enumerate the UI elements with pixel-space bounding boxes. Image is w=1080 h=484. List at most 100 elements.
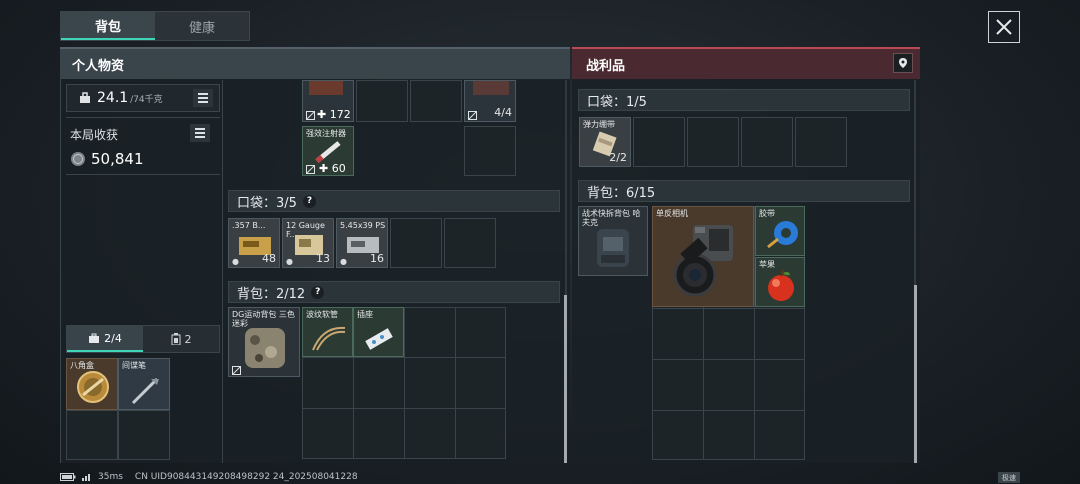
inventory-slot[interactable] <box>464 126 516 176</box>
weight-display: 24.1/74千克 <box>66 84 220 112</box>
income-list-button[interactable] <box>190 124 210 142</box>
loot-header: 战利品 <box>572 47 920 79</box>
pocket-item[interactable]: 12 Gauge F... ● 13 <box>282 218 334 268</box>
income-value: 50,841 <box>91 150 144 168</box>
gear-slot[interactable] <box>118 410 170 460</box>
battery-icon <box>171 333 180 345</box>
pocket-slot[interactable] <box>633 117 685 167</box>
backpack-container-item[interactable]: DG运动背包 三色迷彩 <box>228 307 300 377</box>
backpack-right-header: 背包：6/15 <box>578 180 910 202</box>
right-scrollbar[interactable] <box>914 285 917 463</box>
gear-tab-1-label: 2/4 <box>104 331 122 345</box>
backpack-left-label: 背包：2/12 <box>237 286 306 302</box>
inventory-item[interactable]: ✚ 172 <box>302 80 354 122</box>
gear-item[interactable]: 八角盒 <box>66 358 118 410</box>
close-button[interactable] <box>988 11 1020 43</box>
dot-icon: ● <box>286 257 293 266</box>
pocket-slot[interactable] <box>795 117 847 167</box>
uid-text: CN UID908443149208498292 24_202508041228 <box>134 472 358 482</box>
column-divider <box>222 80 223 463</box>
personal-title: 个人物资 <box>72 58 125 74</box>
personal-header: 个人物资 <box>60 47 570 79</box>
pocket-right-header: 口袋：1/5 <box>578 89 910 111</box>
dot-icon: ● <box>232 257 239 266</box>
inventory-slot[interactable] <box>410 80 462 122</box>
left-scrollbar[interactable] <box>564 295 567 463</box>
pocket-item[interactable]: 5.45x39 PS ● 16 <box>336 218 388 268</box>
item-plus-count: ✚ 60 <box>319 162 346 175</box>
backpack-item[interactable]: 波纹软管 <box>302 307 353 357</box>
loot-mark-icon <box>468 111 477 120</box>
pocket-item[interactable]: 弹力绷带 2/2 <box>579 117 631 167</box>
item-count: 60 <box>331 162 346 175</box>
pocket-item[interactable]: .357 B... ● 48 <box>228 218 280 268</box>
octagon-box-icon <box>77 371 109 403</box>
backpack-item[interactable]: 插座 <box>353 307 404 357</box>
spy-pen-icon <box>131 377 159 405</box>
item-count: 2/2 <box>609 151 627 164</box>
close-icon <box>996 19 1012 35</box>
location-pin-icon <box>899 58 907 68</box>
tab-health[interactable]: 健康 <box>155 12 249 40</box>
pocket-slot[interactable] <box>444 218 496 268</box>
camera-item[interactable]: 单反相机 <box>652 206 754 307</box>
power-strip-icon <box>365 328 393 350</box>
weight-list-button[interactable] <box>193 89 213 107</box>
gear-tab-2[interactable]: 2 <box>143 326 219 352</box>
backpack-right-label: 背包：6/15 <box>587 185 656 201</box>
tactical-backpack-icon <box>597 229 629 267</box>
tab-backpack[interactable]: 背包 <box>61 12 155 40</box>
item-name: 插座 <box>357 310 373 319</box>
item-name: 5.45x39 PS <box>340 221 386 230</box>
signal-icon <box>82 474 90 481</box>
pocket-slot[interactable] <box>687 117 739 167</box>
divider <box>66 117 220 118</box>
backpack-container-item[interactable]: 战术快拆背包 哈夫克 <box>578 206 648 276</box>
help-icon[interactable]: ? <box>311 285 325 299</box>
item-name: 波纹软管 <box>306 310 338 319</box>
gear-item[interactable]: 间谍笔 <box>118 358 170 410</box>
syringe-icon <box>315 141 341 163</box>
item-name: 强效注射器 <box>306 129 346 138</box>
weight-icon <box>80 92 90 103</box>
loot-mark-icon <box>306 111 315 120</box>
gear-slot[interactable] <box>66 410 118 460</box>
gear-tab-bar: 2/4 2 <box>66 325 220 353</box>
item-count: 16 <box>370 252 384 265</box>
hose-icon <box>312 326 346 351</box>
dot-icon: ● <box>340 257 347 266</box>
loot-mark-icon <box>232 366 241 375</box>
pocket-left-header: 口袋：3/5? <box>228 190 560 212</box>
inventory-item[interactable]: 4/4 <box>464 80 516 122</box>
item-plus-count: ✚ 172 <box>317 108 351 121</box>
speed-button[interactable]: 极速 <box>998 472 1020 483</box>
help-icon[interactable]: ? <box>302 194 316 208</box>
loot-title: 战利品 <box>586 58 626 74</box>
item-image <box>473 81 509 95</box>
pocket-slot[interactable] <box>741 117 793 167</box>
item-count: 48 <box>262 252 276 265</box>
item-name: 单反相机 <box>656 209 688 218</box>
camo-backpack-icon <box>245 328 285 368</box>
inventory-slot[interactable] <box>356 80 408 122</box>
pocket-left-label: 口袋：3/5 <box>237 195 297 211</box>
syringe-item[interactable]: 强效注射器 ✚ 60 <box>302 126 354 176</box>
location-button[interactable] <box>893 53 913 73</box>
item-image <box>309 81 343 95</box>
loot-mark-icon <box>306 165 315 174</box>
divider <box>66 174 220 175</box>
backpack-item[interactable]: 苹果 <box>755 257 805 307</box>
weight-value: 24.1 <box>97 90 129 106</box>
item-count: 13 <box>316 252 330 265</box>
pocket-slot[interactable] <box>390 218 442 268</box>
item-name: 间谍笔 <box>122 361 146 370</box>
backpack-item[interactable]: 胶带 <box>755 206 805 256</box>
camera-icon <box>673 225 733 297</box>
battery-status-icon <box>60 473 76 481</box>
weight-max: /74千克 <box>130 94 163 105</box>
gear-tab-1[interactable]: 2/4 <box>67 326 143 352</box>
income-label: 本局收获 <box>70 128 119 142</box>
backpack-left-header: 背包：2/12? <box>228 281 560 303</box>
top-tab-bar: 背包 健康 <box>60 11 250 41</box>
item-name: .357 B... <box>232 221 266 230</box>
